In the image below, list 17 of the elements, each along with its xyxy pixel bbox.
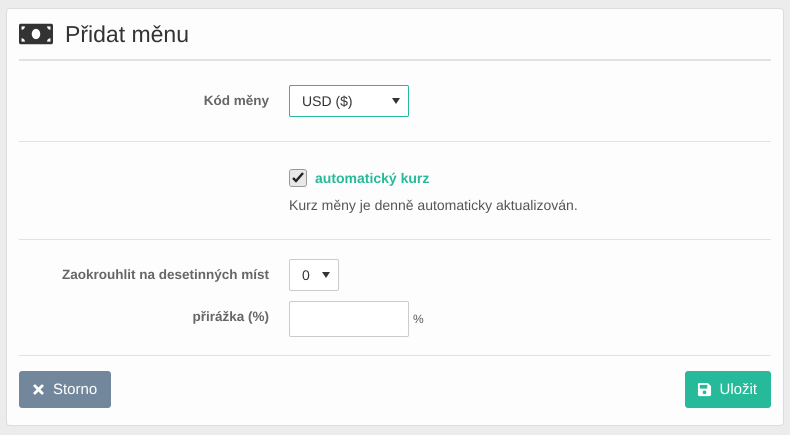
field-label: Zaokrouhlit na desetinných míst xyxy=(60,266,269,282)
caret-icon xyxy=(322,272,330,278)
page-title: Přidat měnu xyxy=(65,20,190,48)
field-label: přirážka (%) xyxy=(191,308,269,324)
markup-input[interactable] xyxy=(289,300,409,336)
currency-select[interactable]: USD ($) xyxy=(289,85,409,117)
checkbox[interactable] xyxy=(289,168,307,186)
checkbox-label[interactable]: automatický kurz xyxy=(315,170,430,186)
check-icon xyxy=(292,172,304,183)
unit-label: % xyxy=(413,312,424,326)
close-icon xyxy=(31,382,46,397)
rounding-select[interactable]: 0 xyxy=(289,258,339,290)
save-button[interactable]: Uložit xyxy=(685,371,771,408)
field-label: Kód měny xyxy=(202,92,269,108)
caret-icon xyxy=(392,98,400,104)
help-text: Kurz měny je denně automaticky aktualizován. xyxy=(289,196,579,212)
cancel-button[interactable]: Storno xyxy=(19,371,112,408)
